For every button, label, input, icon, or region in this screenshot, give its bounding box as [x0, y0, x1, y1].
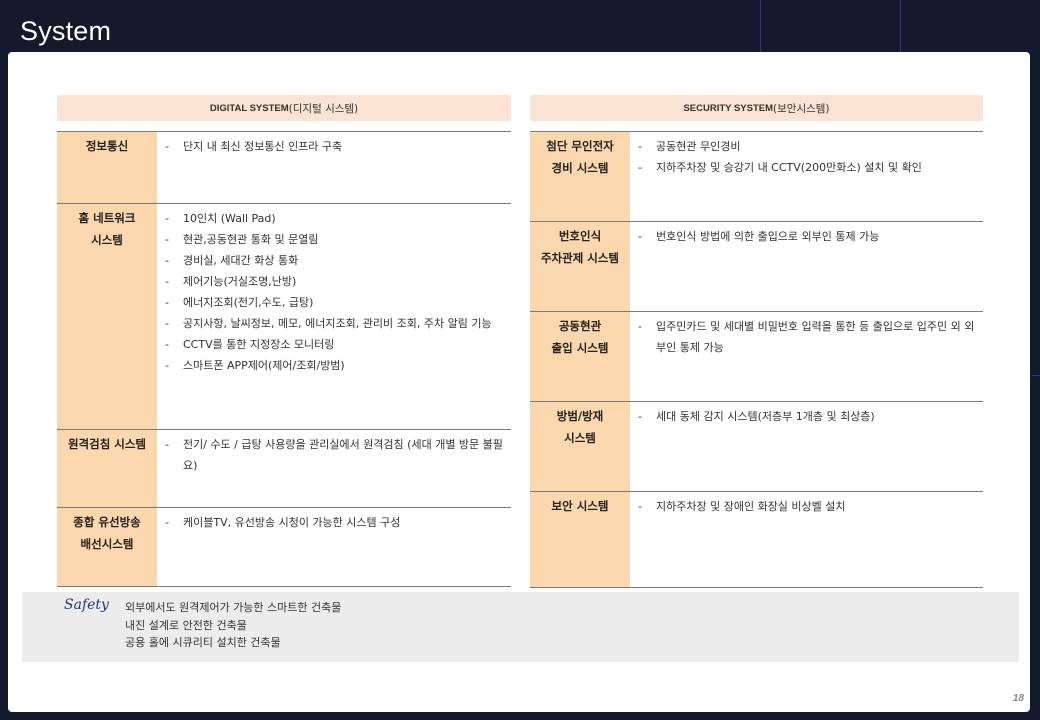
list-item: 케이블TV, 유선방송 시청이 가능한 시스템 구성: [165, 512, 505, 533]
row-category: 원격검침 시스템: [57, 430, 157, 507]
security-system-header-bold: SECURITY SYSTEM: [683, 102, 774, 114]
row-items: 번호인식 방법에 의한 출입으로 외부인 통제 가능: [630, 222, 983, 311]
list-item: 세대 동체 감지 시스템(저층부 1개층 및 최상층): [638, 406, 977, 427]
row-category: 첨단 무인전자 경비 시스템: [530, 132, 630, 221]
safety-line: 외부에서도 원격제어가 가능한 스마트한 건축물: [125, 601, 342, 614]
list-item: 공동현관 무인경비: [638, 136, 977, 157]
row-category: 홈 네트워크 시스템: [57, 204, 157, 429]
row-items: 단지 내 최신 정보통신 인프라 구축: [157, 132, 511, 203]
list-item: 전기/ 수도 / 급탕 사용량을 관리실에서 원격검침 (세대 개별 방문 불필…: [165, 434, 505, 476]
security-system-table: 첨단 무인전자 경비 시스템공동현관 무인경비지하주차장 및 승강기 내 CCT…: [530, 131, 983, 588]
page-title: System: [20, 16, 112, 46]
list-item: 지하주차장 및 장애인 화장실 비상벨 설치: [638, 496, 977, 517]
table-row: 보안 시스템 지하주차장 및 장애인 화장실 비상벨 설치: [530, 492, 983, 588]
table-row: 홈 네트워크 시스템10인치 (Wall Pad)현관,공동현관 통화 및 문열…: [57, 204, 511, 430]
digital-system-column: DIGITAL SYSTEM(디지털 시스템) 정보통신 단지 내 최신 정보통신…: [57, 95, 511, 587]
list-item: CCTV를 통한 지정장소 모니터링: [165, 334, 505, 355]
background-line: [760, 0, 761, 52]
table-row: 정보통신 단지 내 최신 정보통신 인프라 구축: [57, 132, 511, 204]
digital-system-header-bold: DIGITAL SYSTEM: [209, 102, 289, 114]
row-category: 번호인식 주차관제 시스템: [530, 222, 630, 311]
row-category: 정보통신: [57, 132, 157, 203]
list-item: 스마트폰 APP제어(제어/조회/방범): [165, 355, 505, 376]
row-items: 지하주차장 및 장애인 화장실 비상벨 설치: [630, 492, 983, 587]
safety-lines: 외부에서도 원격제어가 가능한 스마트한 건축물 내진 설계로 안전한 건축물 …: [125, 599, 341, 652]
safety-label: Safety: [64, 597, 109, 613]
list-item: 10인치 (Wall Pad): [165, 208, 505, 229]
row-items: 입주민카드 및 세대별 비밀번호 입력을 통한 등 출입으로 입주민 외 외부인…: [630, 312, 983, 401]
background-line: [1032, 375, 1040, 376]
row-category: 보안 시스템: [530, 492, 630, 587]
row-items: 케이블TV, 유선방송 시청이 가능한 시스템 구성: [157, 508, 511, 586]
list-item: 번호인식 방법에 의한 출입으로 외부인 통제 가능: [638, 226, 977, 247]
table-row: 번호인식 주차관제 시스템 번호인식 방법에 의한 출입으로 외부인 통제 가능: [530, 222, 983, 312]
safety-box: Safety 외부에서도 원격제어가 가능한 스마트한 건축물 내진 설계로 안…: [22, 592, 1019, 662]
security-system-column: SECURITY SYSTEM(보안시스템) 첨단 무인전자 경비 시스템공동현…: [530, 95, 983, 588]
row-items: 10인치 (Wall Pad)현관,공동현관 통화 및 문열림경비실, 세대간 …: [157, 204, 511, 429]
safety-line: 내진 설계로 안전한 건축물: [125, 618, 247, 632]
list-item: 제어기능(거실조명,난방): [165, 271, 505, 292]
list-item: 현관,공동현관 통화 및 문열림: [165, 229, 505, 250]
safety-line: 공용 홀에 시큐리티 설치한 건축물: [125, 636, 281, 649]
digital-system-table: 정보통신단지 내 최신 정보통신 인프라 구축홈 네트워크 시스템10인치 (W…: [57, 131, 511, 587]
row-items: 전기/ 수도 / 급탕 사용량을 관리실에서 원격검침 (세대 개별 방문 불필…: [157, 430, 511, 507]
content-card: DIGITAL SYSTEM(디지털 시스템) 정보통신 단지 내 최신 정보통신…: [8, 52, 1030, 712]
list-item: 공지사항, 날씨정보, 메모, 에너지조회, 관리비 조회, 주차 알림 기능: [165, 313, 505, 334]
list-item: 입주민카드 및 세대별 비밀번호 입력을 통한 등 출입으로 입주민 외 외부인…: [638, 316, 977, 358]
security-system-header: SECURITY SYSTEM (보안시스템): [530, 95, 983, 121]
list-item: 에너지조회(전기,수도, 급탕): [165, 292, 505, 313]
page-number: 18: [1012, 693, 1024, 704]
list-item: 단지 내 최신 정보통신 인프라 구축: [165, 136, 505, 157]
digital-system-header-korean: (디지털 시스템): [288, 102, 359, 115]
row-category: 방범/방재 시스템: [530, 402, 630, 491]
row-items: 공동현관 무인경비지하주차장 및 승강기 내 CCTV(200만화소) 설치 및…: [630, 132, 983, 221]
table-row: 원격검침 시스템전기/ 수도 / 급탕 사용량을 관리실에서 원격검침 (세대 …: [57, 430, 511, 508]
security-system-header-korean: (보안시스템): [773, 102, 830, 115]
row-category: 공동현관 출입 시스템: [530, 312, 630, 401]
table-row: 방범/방재 시스템 세대 동체 감지 시스템(저층부 1개층 및 최상층): [530, 402, 983, 492]
row-category: 종합 유선방송 배선시스템: [57, 508, 157, 586]
table-row: 공동현관 출입 시스템입주민카드 및 세대별 비밀번호 입력을 통한 등 출입으…: [530, 312, 983, 402]
table-row: 종합 유선방송 배선시스템 케이블TV, 유선방송 시청이 가능한 시스템 구성: [57, 508, 511, 587]
table-row: 첨단 무인전자 경비 시스템공동현관 무인경비지하주차장 및 승강기 내 CCT…: [530, 132, 983, 222]
digital-system-header: DIGITAL SYSTEM (디지털 시스템): [57, 95, 511, 121]
list-item: 지하주차장 및 승강기 내 CCTV(200만화소) 설치 및 확인: [638, 157, 977, 178]
row-items: 세대 동체 감지 시스템(저층부 1개층 및 최상층): [630, 402, 983, 491]
background-line: [900, 0, 901, 52]
list-item: 경비실, 세대간 화상 통화: [165, 250, 505, 271]
